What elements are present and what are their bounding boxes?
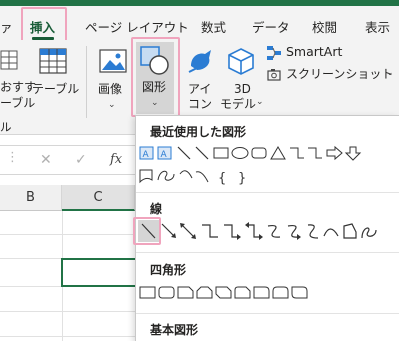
snip-diagonal-corner-rect-icon[interactable]: [215, 286, 232, 299]
rect-shape-icon[interactable]: [139, 286, 156, 299]
arrow-line-shape-icon[interactable]: [195, 146, 209, 160]
name-box-dots-icon: ⋮: [6, 150, 19, 165]
curved-connector-icon[interactable]: [267, 224, 281, 238]
group-separator: [86, 46, 87, 118]
curved-double-arrow-connector-icon[interactable]: [307, 224, 319, 239]
screenshot-button[interactable]: スクリーンショット ⌄: [266, 66, 399, 84]
ribbon-tabs: ァ 挿入 ページ レイアウト 数式 データ 校閲 表示: [0, 6, 399, 42]
right-brace-icon[interactable]: }: [238, 171, 246, 186]
tab-view[interactable]: 表示: [365, 17, 390, 36]
vertical-textbox-icon[interactable]: A: [157, 146, 172, 160]
images-label: 画像: [98, 82, 123, 96]
arc-shape-icon[interactable]: [179, 170, 193, 179]
table-button[interactable]: テーブル: [30, 44, 80, 114]
svg-text:A: A: [161, 150, 168, 160]
freeform-scribble-icon[interactable]: [157, 170, 175, 181]
group-label-partial: ル: [0, 120, 12, 134]
curve-shape-icon[interactable]: [195, 171, 209, 183]
rectangle-shape-icon[interactable]: [213, 147, 229, 159]
svg-text:A: A: [143, 150, 150, 160]
lines-heading: 線: [150, 202, 163, 216]
fx-icon[interactable]: fx: [110, 152, 122, 167]
curve-line-icon[interactable]: [323, 228, 339, 237]
tab-formulas[interactable]: 数式: [201, 17, 226, 36]
round-diagonal-corner-rect-icon[interactable]: [291, 286, 308, 299]
cancel-icon[interactable]: ✕: [40, 152, 52, 168]
round-single-corner-rect-icon[interactable]: [253, 286, 270, 299]
down-arrow-shape-icon[interactable]: [344, 146, 362, 161]
recommended-tables-button[interactable]: おすす め ーブル: [0, 44, 36, 114]
3d-models-chevron-icon: ⌄: [256, 97, 264, 107]
enter-icon[interactable]: ✓: [75, 152, 87, 168]
selected-cell[interactable]: [61, 258, 137, 287]
smartart-button[interactable]: SmartArt: [266, 44, 376, 62]
tab-data[interactable]: データ: [252, 17, 290, 36]
elbow-arrow-connector-icon[interactable]: [308, 147, 322, 159]
smartart-label: SmartArt: [286, 44, 343, 59]
rounded-rect-shape-icon[interactable]: [158, 286, 175, 299]
recent-shapes-heading: 最近使用した図形: [150, 125, 247, 139]
rectangles-heading: 四角形: [150, 263, 187, 277]
elbow-connector-icon[interactable]: [290, 147, 304, 159]
screenshot-icon: [267, 69, 281, 81]
3d-models-label-2: モデル: [220, 97, 257, 111]
column-header-c[interactable]: C: [62, 185, 135, 211]
snip-same-side-corner-rect-icon[interactable]: [196, 286, 213, 299]
rectangles-gallery: [139, 286, 308, 299]
shapes-button-highlight: [131, 37, 180, 117]
menu-separator: [136, 313, 399, 314]
flowchart-shape-icon[interactable]: [139, 169, 153, 184]
table-label: テーブル: [32, 82, 80, 96]
line-shape-icon[interactable]: [177, 146, 191, 160]
smartart-icon: [267, 46, 281, 60]
menu-separator: [136, 252, 399, 253]
oval-shape-icon[interactable]: [231, 147, 249, 159]
tab-partial[interactable]: ァ: [0, 17, 13, 36]
column-header-b[interactable]: B: [0, 185, 62, 211]
icons-button[interactable]: アイ コン: [184, 44, 216, 116]
snip-and-round-rect-icon[interactable]: [234, 286, 251, 299]
recent-shapes-gallery: A A { }: [139, 145, 362, 186]
insert-tab-highlight: [21, 7, 67, 42]
basic-shapes-heading: 基本図形: [150, 323, 199, 337]
icons-label-2: コン: [188, 97, 213, 111]
snip-single-corner-rect-icon[interactable]: [177, 286, 194, 299]
curved-arrow-connector-icon[interactable]: [287, 224, 301, 240]
grid-line: [0, 311, 135, 312]
tab-page-layout[interactable]: ページ レイアウト: [85, 17, 189, 36]
double-arrow-line-icon[interactable]: [180, 223, 196, 239]
grid-line: [0, 336, 135, 337]
round-same-side-corner-rect-icon[interactable]: [272, 286, 289, 299]
screenshot-chevron-icon: ⌄: [386, 68, 394, 78]
tab-review[interactable]: 校閲: [312, 17, 337, 36]
right-arrow-shape-icon[interactable]: [326, 145, 343, 161]
arrow-line-icon[interactable]: [161, 223, 176, 238]
screenshot-label: スクリーンショット: [286, 67, 394, 81]
images-chevron-icon: ⌄: [108, 100, 116, 110]
formula-bar: ⋮ ✕ ✓ fx: [0, 145, 135, 175]
grid-line: [0, 234, 135, 235]
freeform-shape-line-icon[interactable]: [343, 223, 357, 239]
cube-icon: [228, 48, 254, 75]
3d-models-label-1: 3D: [234, 82, 251, 96]
images-button[interactable]: 画像 ⌄: [96, 44, 130, 116]
shapes-dropdown: 最近使用した図形 A A { } 線 四角形 基本図形: [133, 115, 399, 341]
recommended-tables-icon: [0, 50, 18, 70]
3d-models-button[interactable]: 3D モデル ⌄: [220, 44, 264, 116]
rounded-rectangle-shape-icon[interactable]: [251, 147, 267, 159]
image-icon: [99, 49, 127, 73]
elbow-arrow-line-icon[interactable]: [224, 224, 241, 240]
left-brace-icon[interactable]: {: [218, 171, 226, 186]
scribble-line-icon[interactable]: [361, 227, 377, 239]
textbox-icon[interactable]: A: [139, 146, 154, 160]
triangle-shape-icon[interactable]: [270, 146, 286, 160]
elbow-double-arrow-line-icon[interactable]: [245, 222, 263, 240]
lines-gallery: [138, 220, 377, 242]
table-icon: [39, 48, 67, 74]
icons-label-1: アイ: [188, 82, 212, 96]
icons-icon: [188, 50, 211, 73]
menu-separator: [136, 192, 399, 193]
elbow-connector-line-icon[interactable]: [202, 224, 218, 238]
